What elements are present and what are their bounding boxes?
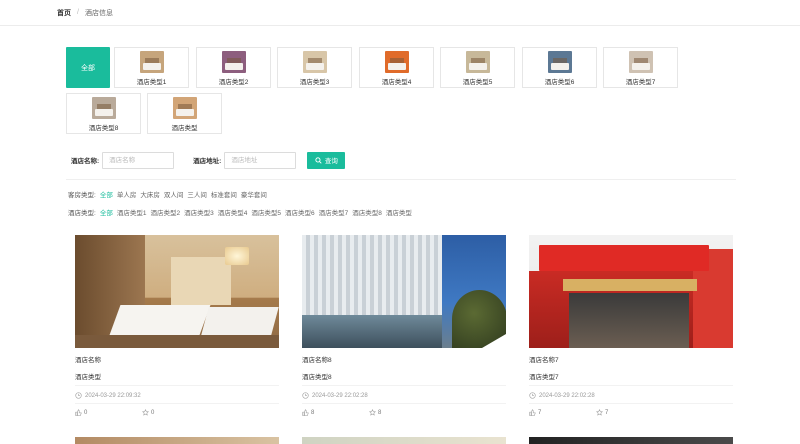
category-label: 酒店类型7 <box>625 79 656 86</box>
hotel-card[interactable]: 酒店名称8 酒店类型8 2024-03-29 22:02:28 8 8 <box>302 235 506 418</box>
breadcrumb-separator: / <box>77 9 79 16</box>
category-label: 酒店类型3 <box>299 79 330 86</box>
filter-option[interactable]: 三人间 <box>187 189 207 199</box>
publish-time: 2024-03-29 22:02:28 <box>312 392 368 399</box>
hotel-type-filter: 酒店类型: 全部 酒店类型1 酒店类型2 酒店类型3 酒店类型4 酒店类型5 酒店类型6 酒店… <box>68 207 416 217</box>
category-tile[interactable]: 酒店类型3 <box>277 47 352 88</box>
breadcrumb-current: 酒店信息 <box>84 9 113 17</box>
like-count: 7 <box>538 409 542 416</box>
category-thumbnail <box>91 97 116 119</box>
favorite-count: 0 <box>151 409 155 416</box>
like-count: 0 <box>84 409 88 416</box>
favorite-count: 8 <box>378 409 382 416</box>
filter-option[interactable]: 酒店类型6 <box>285 207 315 217</box>
category-label: 酒店类型5 <box>462 79 493 86</box>
filter-option[interactable]: 标准套间 <box>211 189 237 199</box>
filter-option[interactable]: 大床房 <box>140 189 160 199</box>
hotel-image-partial[interactable] <box>302 437 506 444</box>
filter-option[interactable]: 单人房 <box>117 189 137 199</box>
category-label: 酒店类型2 <box>218 79 249 86</box>
category-label: 酒店类型4 <box>381 79 412 86</box>
hotel-type: 酒店类型 <box>75 374 101 381</box>
hotel-image[interactable] <box>75 235 279 348</box>
category-tile[interactable]: 酒店类型7 <box>603 47 678 88</box>
hotel-image[interactable] <box>302 235 506 348</box>
publish-time: 2024-03-29 22:09:32 <box>85 392 141 399</box>
category-tile[interactable]: 酒店类型8 <box>66 93 141 134</box>
category-tile[interactable]: 酒店类型6 <box>522 47 597 88</box>
like-count: 8 <box>311 409 315 416</box>
favorite-count: 7 <box>605 409 609 416</box>
hotel-address-label: 酒店地址: <box>193 158 222 165</box>
hotel-card[interactable]: 酒店名称 酒店类型 2024-03-29 22:09:32 0 0 <box>75 235 279 418</box>
thumbs-up-icon[interactable] <box>302 409 309 416</box>
category-thumbnail <box>139 51 164 73</box>
filter-option[interactable]: 酒店类型3 <box>184 207 214 217</box>
hotel-address-input[interactable] <box>224 151 297 169</box>
room-type-filter: 客房类型: 全部 单人房 大床房 双人间 三人间 标准套间 豪华套间 <box>68 189 271 199</box>
search-button-label: 查询 <box>324 158 338 165</box>
category-label: 酒店类型6 <box>544 79 575 86</box>
category-thumbnail <box>221 51 246 73</box>
filter-option[interactable]: 酒店类型7 <box>319 207 349 217</box>
hotel-image-partial[interactable] <box>529 437 733 444</box>
publish-time: 2024-03-29 22:02:28 <box>539 392 595 399</box>
category-tile[interactable]: 酒店类型 <box>147 93 222 134</box>
filter-option[interactable]: 酒店类型2 <box>150 207 180 217</box>
clock-icon <box>302 392 309 399</box>
hotel-name[interactable]: 酒店名称8 <box>302 354 506 364</box>
category-tile[interactable]: 酒店类型4 <box>359 47 434 88</box>
clock-icon <box>529 392 536 399</box>
category-tile[interactable]: 酒店类型5 <box>440 47 515 88</box>
thumbs-up-icon[interactable] <box>75 409 82 416</box>
search-icon <box>315 156 322 164</box>
star-icon[interactable] <box>142 409 149 416</box>
category-thumbnail <box>302 51 327 73</box>
hotel-image-partial[interactable] <box>75 437 279 444</box>
filter-option[interactable]: 酒店类型5 <box>251 207 281 217</box>
hotel-name[interactable]: 酒店名称 <box>75 354 279 364</box>
filter-option[interactable]: 全部 <box>100 207 113 217</box>
hotel-type: 酒店类型7 <box>529 374 559 381</box>
filter-option[interactable]: 全部 <box>100 189 113 199</box>
category-tile[interactable]: 酒店类型2 <box>196 47 271 88</box>
hotel-type-filter-label: 酒店类型: <box>68 210 96 217</box>
category-thumbnail <box>628 51 653 73</box>
hotel-card[interactable]: 酒店名称7 酒店类型7 2024-03-29 22:02:28 7 7 <box>529 235 733 418</box>
category-tile[interactable]: 酒店类型1 <box>114 47 189 88</box>
breadcrumb: 首页 / 酒店信息 <box>0 0 800 26</box>
search-button[interactable]: 查询 <box>307 151 346 169</box>
room-type-filter-label: 客房类型: <box>68 192 96 199</box>
category-thumbnail <box>465 51 490 73</box>
breadcrumb-home-link[interactable]: 首页 <box>57 8 71 18</box>
divider <box>66 179 736 180</box>
filter-option[interactable]: 酒店类型 <box>386 207 412 217</box>
category-label: 酒店类型 <box>171 125 198 132</box>
filter-option[interactable]: 酒店类型8 <box>352 207 382 217</box>
hotel-name-label: 酒店名称: <box>71 158 100 165</box>
filter-option[interactable]: 酒店类型1 <box>117 207 147 217</box>
thumbs-up-icon[interactable] <box>529 409 536 416</box>
filter-option[interactable]: 双人间 <box>164 189 184 199</box>
category-thumbnail <box>172 97 197 119</box>
hotel-name[interactable]: 酒店名称7 <box>529 354 733 364</box>
category-all-tile[interactable]: 全部 <box>66 47 110 88</box>
hotel-type: 酒店类型8 <box>302 374 332 381</box>
category-thumbnail <box>384 51 409 73</box>
hotel-image[interactable] <box>529 235 733 348</box>
clock-icon <box>75 392 82 399</box>
search-bar: 酒店名称: 酒店地址: 查询 <box>71 151 346 169</box>
category-label: 酒店类型1 <box>136 79 167 86</box>
category-label: 酒店类型8 <box>88 125 119 132</box>
filter-option[interactable]: 酒店类型4 <box>218 207 248 217</box>
hotel-name-input[interactable] <box>102 151 175 169</box>
star-icon[interactable] <box>369 409 376 416</box>
star-icon[interactable] <box>596 409 603 416</box>
category-thumbnail <box>547 51 572 73</box>
filter-option[interactable]: 豪华套间 <box>241 189 267 199</box>
